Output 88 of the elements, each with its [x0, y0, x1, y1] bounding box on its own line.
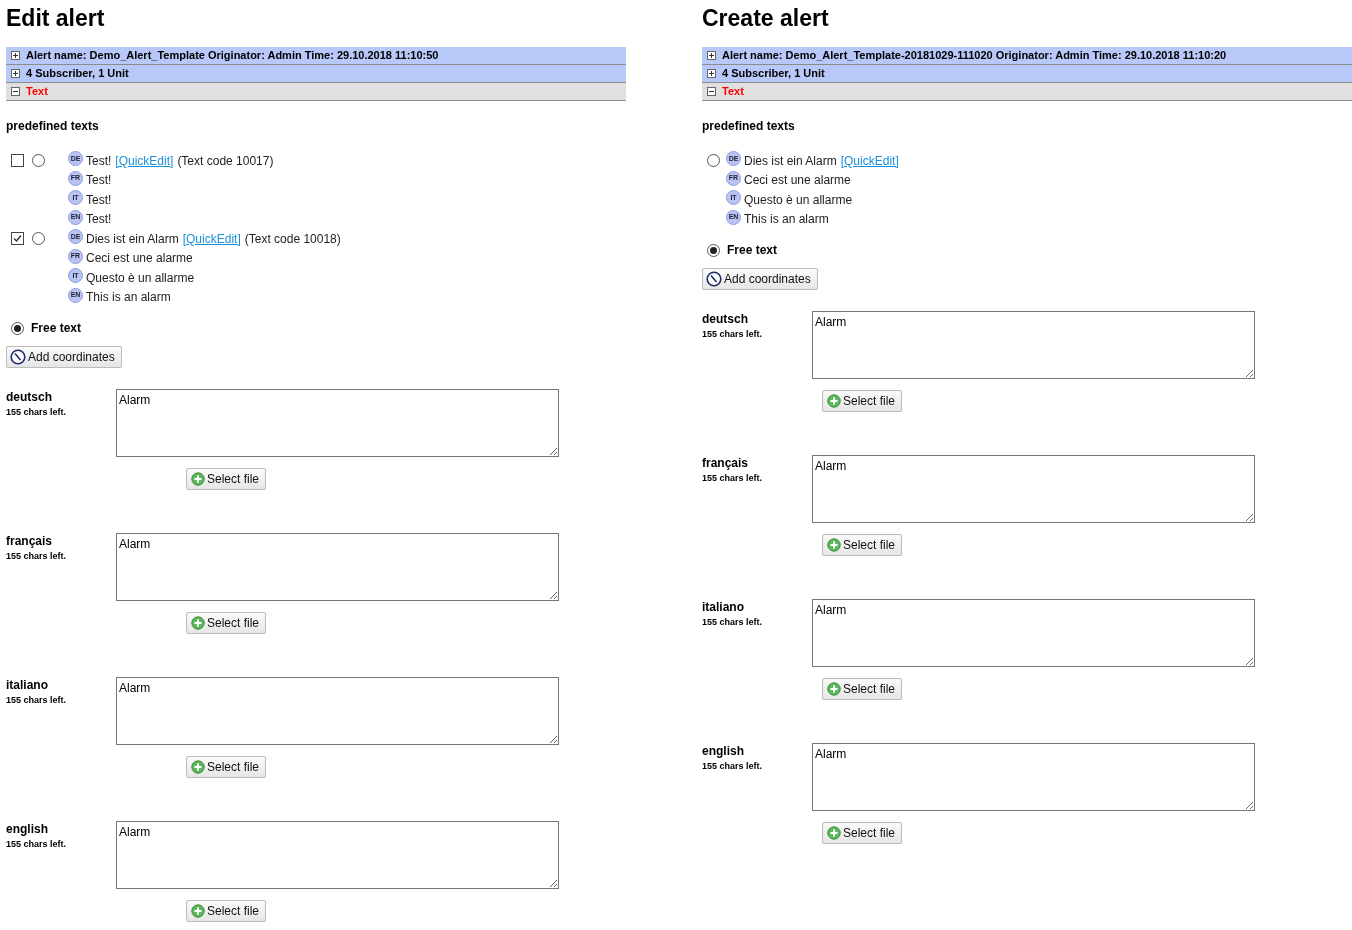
predefined-text: Test!	[86, 152, 112, 170]
language-name: deutsch	[702, 312, 749, 326]
chars-left: 155 chars left.	[702, 328, 764, 341]
expand-icon	[11, 69, 20, 78]
add-icon	[827, 538, 841, 552]
text-code: (Text code 10018)	[244, 230, 341, 248]
checkbox[interactable]	[11, 232, 24, 246]
select-file-button[interactable]: Select file	[186, 900, 267, 922]
text-code: (Text code 10017)	[177, 152, 274, 170]
add-icon	[191, 760, 205, 774]
predefined-text: Test!	[86, 211, 112, 229]
language-name: english	[6, 822, 49, 836]
predefined-text: Questo è un allarme	[86, 269, 195, 287]
select-file-button[interactable]: Select file	[822, 534, 903, 556]
radio-button[interactable]	[707, 154, 720, 168]
radio-button[interactable]	[707, 243, 720, 257]
quickedit-link[interactable]: [QuickEdit]	[115, 151, 174, 170]
language-name: english	[702, 744, 745, 758]
predefined-text: Test!	[86, 172, 112, 190]
select-file-button[interactable]: Select file	[822, 678, 903, 700]
section-header[interactable]: 4 Subscriber, 1 Unit	[6, 65, 626, 83]
chars-left: 155 chars left.	[6, 838, 68, 851]
checkbox[interactable]	[11, 154, 24, 168]
predefined-text: Dies ist ein Alarm	[86, 230, 179, 248]
chars-left: 155 chars left.	[6, 406, 68, 419]
section-label: 4 Subscriber, 1 Unit	[26, 66, 129, 82]
chars-left: 155 chars left.	[702, 616, 764, 629]
section-header[interactable]: Alert name: Demo_Alert_Template-20181029-111020 Originator: Admin Time: 29.10.2018 11:10:20	[702, 47, 1352, 65]
collapse-icon	[11, 87, 20, 96]
chars-left: 155 chars left.	[702, 760, 764, 773]
predefined-text: This is an alarm	[86, 289, 171, 307]
language-name: français	[6, 534, 54, 548]
language-name: deutsch	[6, 390, 53, 404]
section-heading: predefined texts	[702, 118, 796, 135]
add-icon	[191, 904, 205, 918]
chars-left: 155 chars left.	[6, 550, 68, 563]
select-file-button[interactable]: Select file	[186, 756, 267, 778]
quickedit-link[interactable]: [QuickEdit]	[182, 229, 241, 248]
section-heading: predefined texts	[6, 118, 100, 135]
text-field[interactable]: Alarm	[116, 389, 559, 457]
language-name: italiano	[702, 600, 745, 614]
add-icon	[191, 616, 205, 630]
language-name: italiano	[6, 678, 49, 692]
radio-button[interactable]	[32, 154, 45, 168]
section-label: Alert name: Demo_Alert_Template-20181029-111020 Originator: Admin Time: 29.10.2018 11:10:20	[722, 48, 1227, 64]
text-field[interactable]: Alarm	[812, 599, 1255, 667]
page-title: Create alert	[702, 4, 830, 32]
select-file-button[interactable]: Select file	[822, 390, 903, 412]
text-field[interactable]: Alarm	[812, 455, 1255, 523]
free-text-label: Free text	[727, 242, 778, 259]
quickedit-link[interactable]: [QuickEdit]	[840, 151, 899, 170]
section-label: Alert name: Demo_Alert_Template Originator: Admin Time: 29.10.2018 11:10:50	[26, 48, 439, 64]
add-coordinates-button[interactable]: Add coordinates	[6, 346, 122, 368]
select-file-button[interactable]: Select file	[822, 822, 903, 844]
expand-icon	[707, 51, 716, 60]
section-label: 4 Subscriber, 1 Unit	[722, 66, 825, 82]
predefined-text: Dies ist ein Alarm	[744, 152, 837, 170]
text-field[interactable]: Alarm	[116, 677, 559, 745]
page-title: Edit alert	[6, 4, 106, 32]
add-icon	[191, 472, 205, 486]
radio-button[interactable]	[11, 321, 24, 335]
section-header[interactable]: Alert name: Demo_Alert_Template Originator: Admin Time: 29.10.2018 11:10:50	[6, 47, 626, 65]
text-field[interactable]: Alarm	[116, 821, 559, 889]
predefined-text: Ceci est une alarme	[86, 250, 193, 268]
add-icon	[827, 826, 841, 840]
add-coordinates-button[interactable]: Add coordinates	[702, 268, 818, 290]
predefined-text: This is an alarm	[744, 211, 829, 229]
predefined-text: Ceci est une alarme	[744, 172, 851, 190]
chars-left: 155 chars left.	[702, 472, 764, 485]
expand-icon	[11, 51, 20, 60]
language-name: français	[702, 456, 750, 470]
text-field[interactable]: Alarm	[812, 311, 1255, 379]
chars-left: 155 chars left.	[6, 694, 68, 707]
select-file-button[interactable]: Select file	[186, 468, 267, 490]
add-icon	[827, 394, 841, 408]
expand-icon	[707, 69, 716, 78]
select-file-button[interactable]: Select file	[186, 612, 267, 634]
add-icon	[827, 682, 841, 696]
section-label: Text	[722, 84, 744, 100]
text-field[interactable]: Alarm	[116, 533, 559, 601]
text-field[interactable]: Alarm	[812, 743, 1255, 811]
section-header[interactable]: 4 Subscriber, 1 Unit	[702, 65, 1352, 83]
radio-button[interactable]	[32, 232, 45, 246]
predefined-text: Test!	[86, 191, 112, 209]
free-text-label: Free text	[31, 320, 82, 337]
section-label: Text	[26, 84, 48, 100]
collapse-icon	[707, 87, 716, 96]
predefined-text: Questo è un allarme	[744, 191, 853, 209]
